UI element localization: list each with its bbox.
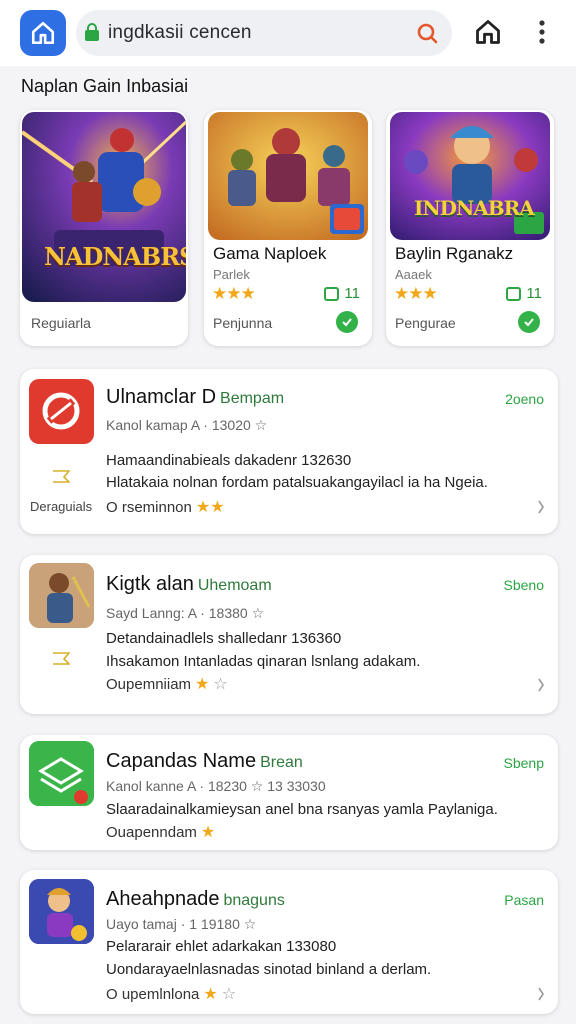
app-footer-text: O upemlnlona	[106, 986, 200, 1003]
game-developer: Aaaek	[395, 267, 432, 282]
app-title-text: Ulnamclar D	[106, 386, 217, 408]
app-footer-text: O rseminnon	[106, 499, 192, 516]
app-title-sub: bnaguns	[223, 892, 285, 909]
app-status: 2oeno	[505, 391, 544, 407]
flag-icon	[53, 470, 70, 483]
more-icon[interactable]	[536, 677, 546, 693]
app-rating-empty-stars: ☆	[213, 676, 228, 693]
review-box-icon	[506, 286, 522, 301]
app-meta: Kanol kanne A · 18230 ☆ 13 33030	[106, 778, 326, 794]
game-count: 11	[324, 285, 360, 302]
app-title-sub: Uhemoam	[197, 577, 272, 594]
app-title-text: Aheahpnade	[106, 888, 220, 910]
app-category: Deraguials	[30, 499, 93, 514]
app-rating-stars: ★★	[195, 499, 225, 516]
app-title-text: Capandas Name	[106, 750, 257, 772]
game-card[interactable]: NADNABRS Reguiarla	[20, 110, 188, 346]
app-status: Pasan	[504, 892, 544, 908]
game-card[interactable]: Gama Naploek Parlek ★★★ 11 Penjunna	[204, 110, 372, 346]
section-title: Naplan Gain Inbasiai	[21, 76, 189, 96]
app-list-item[interactable]: Capandas Name Brean Kanol kanne A · 18230…	[20, 735, 558, 850]
app-rating-stars: ★	[200, 824, 216, 841]
app-description-line2: Hlatakaia nolnan fordam patalsuakangayil…	[106, 474, 488, 491]
app-icon	[29, 563, 94, 628]
home-button[interactable]	[20, 10, 66, 56]
game-artwork: INDNABRA	[390, 112, 550, 240]
game-title: Baylin Rganakz	[395, 244, 514, 263]
game-artwork-title: INDNABRA	[414, 196, 535, 220]
app-meta: Uayo tamaj · 1 19180 ☆	[106, 916, 257, 932]
top-bar: ingdkasii cencen	[0, 0, 576, 66]
app-list-item[interactable]: Ulnamclar D Bempam Kanol kamap A · 13020 …	[20, 369, 558, 534]
review-box-icon	[324, 286, 340, 301]
game-artwork-title: NADNABRS	[44, 242, 186, 271]
search-icon[interactable]	[416, 22, 438, 44]
app-list-item[interactable]: Aheahpnade bnaguns Uayo tamaj · 1 19180 ☆…	[20, 870, 558, 1014]
game-title: Gama Naploek	[213, 244, 327, 263]
app-footer-text: Oupemniiam	[106, 676, 192, 693]
game-artwork	[208, 112, 368, 240]
app-description-line2: Uondarayaelnlasnadas sinotad binland a d…	[106, 961, 432, 978]
app-rating-stars: ★	[203, 986, 218, 1003]
app-description-line2: Slaaradainalkamieysan anel bna rsanyas y…	[106, 801, 498, 818]
app-footer: Oupemniiam ★ ☆	[106, 674, 228, 694]
app-description-line1: Pelararair ehlet adarkakan 133080	[106, 938, 337, 955]
game-count: 11	[506, 285, 542, 302]
app-meta: Sayd Lanng: A · 18380 ☆	[106, 605, 265, 621]
more-vertical-icon[interactable]	[530, 16, 554, 48]
url-text: ingdkasii cencen	[108, 22, 252, 43]
app-description-line2: Ihsakamon Intanladas qinaran lsnlang ada…	[106, 653, 421, 670]
app-footer-text: Ouapenndam	[106, 824, 197, 841]
home-icon	[31, 21, 55, 45]
game-count-value: 11	[526, 285, 542, 302]
app-status: Sbenp	[503, 755, 544, 771]
game-artwork: NADNABRS	[22, 112, 186, 302]
app-icon	[29, 379, 94, 444]
game-count-value: 11	[344, 285, 360, 302]
home-outline-icon[interactable]	[474, 18, 502, 46]
verified-check-icon	[336, 311, 358, 333]
app-status: Sbeno	[503, 577, 544, 593]
app-title: Ulnamclar D Bempam	[106, 386, 284, 409]
verified-check-icon	[518, 311, 540, 333]
app-footer: O rseminnon ★★	[106, 497, 225, 517]
game-footer: Reguiarla	[31, 315, 91, 331]
app-title: Capandas Name Brean	[106, 750, 303, 773]
app-icon	[29, 741, 94, 806]
flag-icon	[53, 652, 70, 665]
app-title: Kigtk alan Uhemoam	[106, 573, 272, 596]
game-footer: Pengurae	[395, 315, 456, 331]
game-footer: Penjunna	[213, 315, 273, 331]
app-title: Aheahpnade bnaguns	[106, 888, 285, 911]
app-list-item[interactable]: Kigtk alan Uhemoam Sayd Lanng: A · 18380 …	[20, 555, 558, 714]
app-rating-empty-stars: ☆	[221, 986, 237, 1003]
game-rating-stars: ★★★	[394, 284, 438, 303]
more-icon[interactable]	[536, 499, 546, 515]
game-card[interactable]: INDNABRA Baylin Rganakz Aaaek ★★★ 11 Pen…	[386, 110, 554, 346]
app-description-line1: Hamaandinabieals dakadenr 132630	[106, 452, 352, 469]
game-rating-stars: ★★★	[212, 284, 256, 303]
game-developer: Parlek	[213, 267, 250, 282]
app-title-sub: Bempam	[220, 390, 285, 407]
app-footer: Ouapenndam ★	[106, 822, 215, 842]
app-title-text: Kigtk alan	[106, 573, 194, 595]
app-rating-stars: ★	[195, 676, 210, 693]
more-icon[interactable]	[536, 986, 546, 1002]
lock-icon	[85, 23, 99, 41]
app-description-line1: Detandainadlels shalledanr 136360	[106, 630, 342, 647]
app-footer: O upemlnlona ★ ☆	[106, 984, 236, 1004]
app-meta: Kanol kamap A · 13020 ☆	[106, 417, 268, 433]
address-bar[interactable]: ingdkasii cencen	[76, 10, 452, 56]
app-title-sub: Brean	[260, 754, 303, 771]
app-icon	[29, 879, 94, 944]
